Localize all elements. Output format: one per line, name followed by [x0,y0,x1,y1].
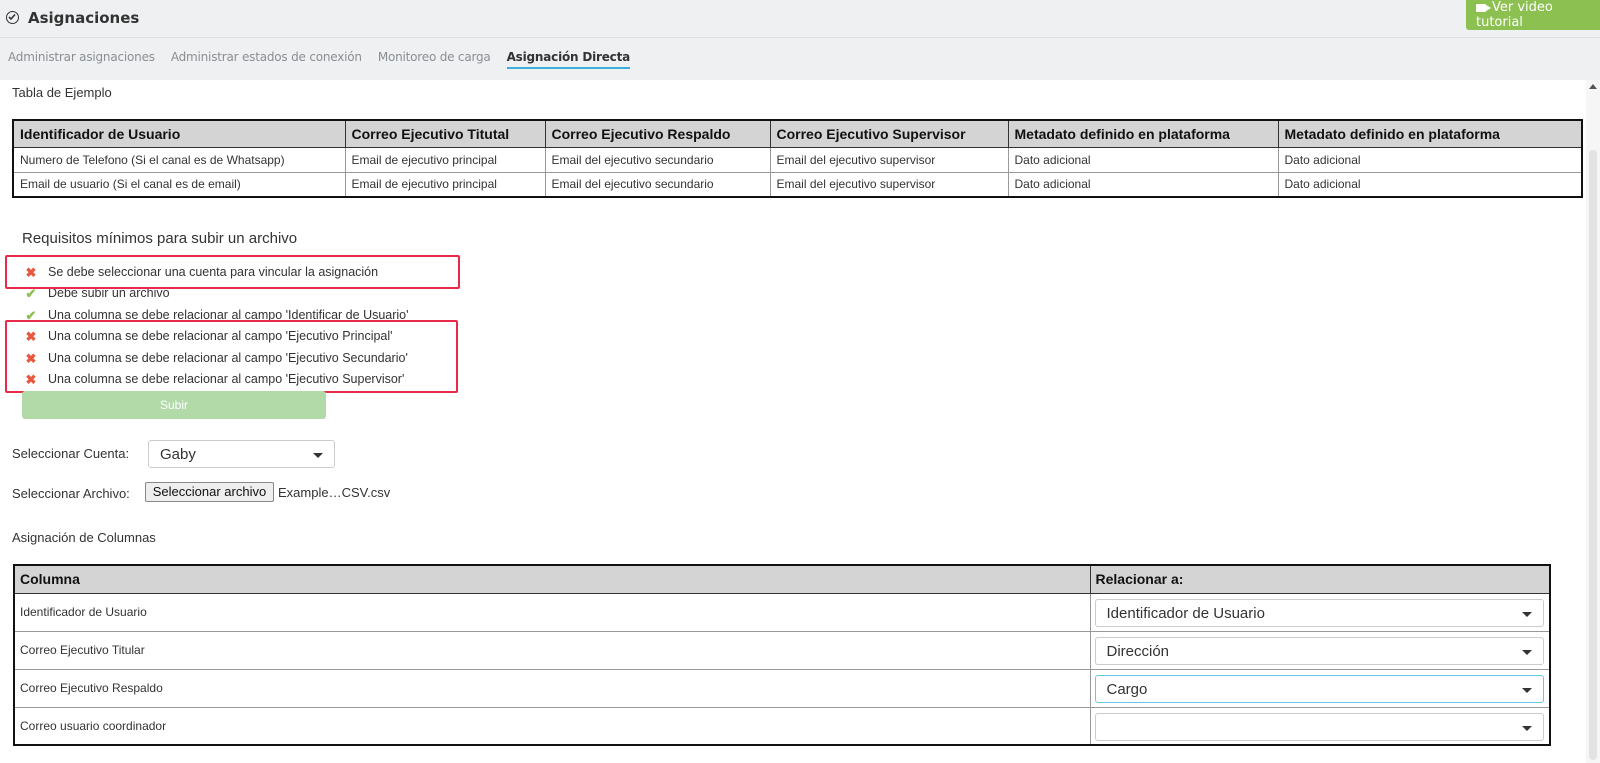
tab-monitoreo-carga[interactable]: Monitoreo de carga [370,38,499,80]
tab-label: Monitoreo de carga [377,50,491,64]
scroll-up-arrow-icon[interactable] [1589,84,1597,89]
column-header: Correo Ejecutivo Titutal [344,119,546,148]
table-cell: Email del ejecutivo secundario [544,171,771,198]
table-cell: Dato adicional [1007,171,1279,198]
column-header: Columna [13,564,1091,594]
page-title: Asignaciones [28,9,140,27]
chevron-down-icon [1522,611,1532,617]
chevron-down-icon [1522,687,1532,693]
table-cell: Email de usuario (Si el canal es de emai… [12,171,346,198]
column-header: Metadato definido en plataforma [1277,119,1583,148]
table-header-row: Columna Relacionar a: [13,564,1551,594]
scroll-thumb[interactable] [1589,150,1597,760]
tab-label: Asignación Directa [506,50,630,69]
tab-estados-conexion[interactable]: Administrar estados de conexión [163,38,370,80]
table-cell: Email de ejecutivo principal [344,171,546,198]
selected-file-name: Example…CSV.csv [278,485,391,500]
tab-label: Administrar asignaciones [8,50,155,64]
account-select-value: Gaby [160,446,196,463]
relate-select-value: Dirección [1106,642,1170,660]
example-table-title: Tabla de Ejemplo [12,85,112,100]
video-camera-icon [1476,4,1491,12]
choose-file-button[interactable]: Seleccionar archivo [145,482,274,502]
relate-select-value: Identificador de Usuario [1106,604,1265,622]
relate-select-value: Cargo [1106,680,1148,698]
relate-select[interactable]: Cargo [1094,674,1544,703]
table-cell: Dato adicional [1277,146,1583,173]
table-cell: Numero de Telefono (Si el canal es de Wh… [12,146,346,173]
vertical-scrollbar[interactable] [1586,80,1600,763]
table-row: Email de usuario (Si el canal es de emai… [12,171,1583,198]
relate-cell: Cargo [1089,668,1551,708]
column-mapping-table: Columna Relacionar a: Identificador de U… [13,564,1551,746]
example-table: Identificador de Usuario Correo Ejecutiv… [12,119,1583,198]
top-header: Asignaciones Ver video tutorial Administ… [0,0,1600,80]
relate-cell [1089,706,1551,746]
column-name: Identificador de Usuario [13,592,1091,632]
account-label: Seleccionar Cuenta: [12,446,130,461]
tab-bar: Administrar asignaciones Administrar est… [0,38,638,80]
highlight-box-executives [5,320,458,393]
table-row: Numero de Telefono (Si el canal es de Wh… [12,146,1583,173]
table-cell: Email del ejecutivo secundario [544,146,771,173]
relate-select[interactable]: Identificador de Usuario [1094,598,1544,627]
table-row: Correo usuario coordinador [13,706,1551,746]
table-header-row: Identificador de Usuario Correo Ejecutiv… [12,119,1583,148]
column-name: Correo Ejecutivo Titular [13,630,1091,670]
table-row: Identificador de Usuario Identificador d… [13,592,1551,632]
column-header: Relacionar a: [1089,564,1551,594]
table-cell: Dato adicional [1277,171,1583,198]
tab-administrar-asignaciones[interactable]: Administrar asignaciones [0,38,163,80]
column-header: Correo Ejecutivo Respaldo [544,119,771,148]
highlight-box-account [5,255,460,289]
column-name: Correo usuario coordinador [13,706,1091,746]
column-name: Correo Ejecutivo Respaldo [13,668,1091,708]
relate-cell: Dirección [1089,630,1551,670]
relate-cell: Identificador de Usuario [1089,592,1551,632]
table-cell: Dato adicional [1007,146,1279,173]
column-mapping-title: Asignación de Columnas [12,530,156,545]
title-bar: Asignaciones Ver video tutorial [0,0,1600,38]
upload-button[interactable]: Subir [22,391,326,419]
chevron-down-icon [1522,725,1532,731]
column-header: Metadato definido en plataforma [1007,119,1279,148]
table-row: Correo Ejecutivo Titular Dirección [13,630,1551,670]
file-label: Seleccionar Archivo: [12,486,130,501]
column-header: Identificador de Usuario [12,119,346,148]
requirements-title: Requisitos mínimos para subir un archivo [22,230,298,247]
video-tutorial-button[interactable]: Ver video tutorial [1466,0,1600,30]
account-select[interactable]: Gaby [148,440,335,468]
table-cell: Email de ejecutivo principal [344,146,546,173]
chevron-down-icon [313,453,323,458]
relate-select[interactable]: Dirección [1094,636,1544,665]
table-row: Correo Ejecutivo Respaldo Cargo [13,668,1551,708]
relate-select[interactable] [1094,712,1544,741]
chevron-down-icon [1522,649,1532,655]
column-header: Correo Ejecutivo Supervisor [769,119,1009,148]
table-cell: Email del ejecutivo supervisor [769,146,1009,173]
tab-label: Administrar estados de conexión [170,50,362,64]
tab-asignacion-directa[interactable]: Asignación Directa [499,38,638,80]
table-cell: Email del ejecutivo supervisor [769,171,1009,198]
check-circle-icon [6,11,19,24]
